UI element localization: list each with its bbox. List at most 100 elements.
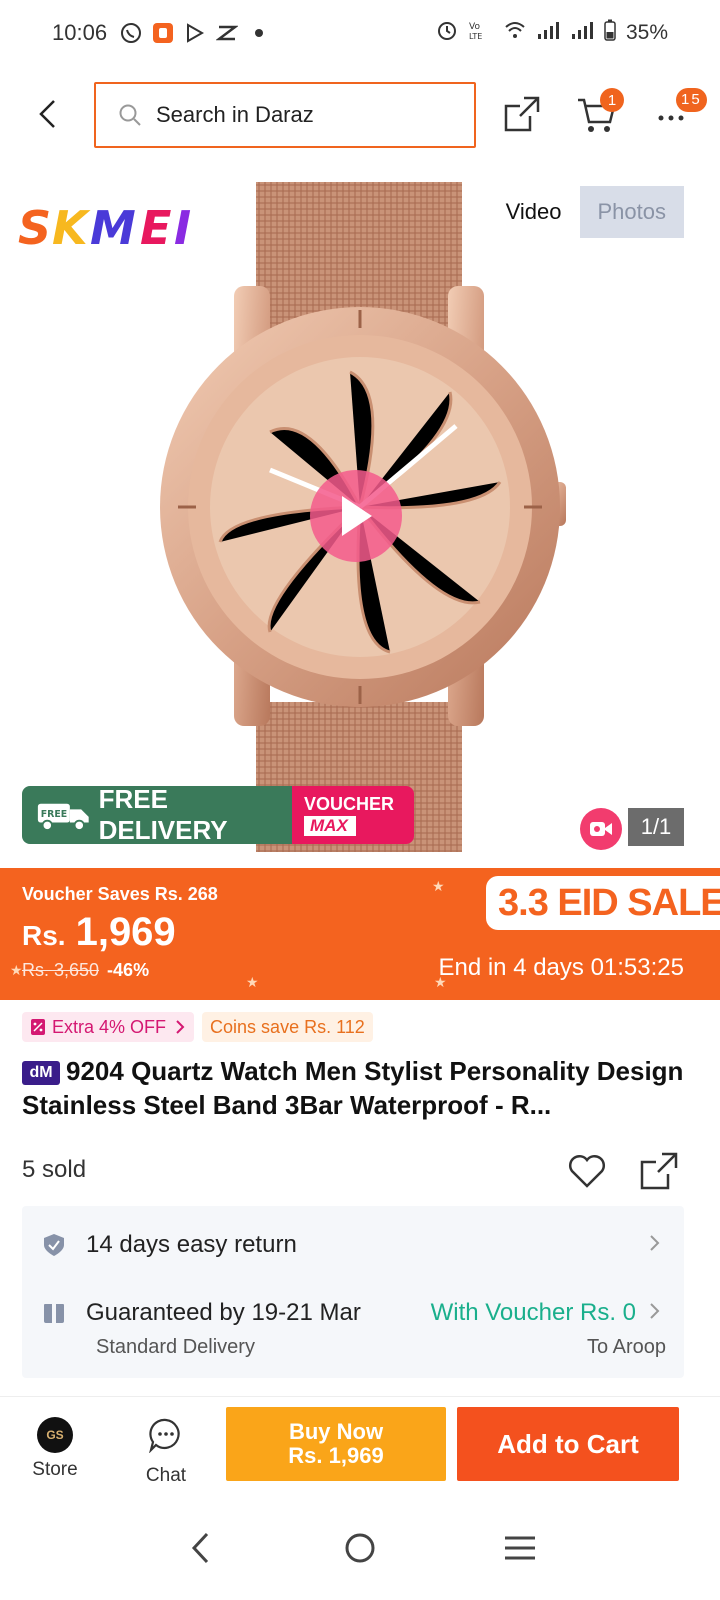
eid-sale-tag: 3.3 EID SALE — [486, 876, 720, 930]
header: Search in Daraz 1 15 — [0, 76, 720, 152]
chevron-right-icon — [176, 1020, 185, 1034]
notification-icons — [119, 21, 271, 45]
wishlist-button[interactable] — [566, 1150, 608, 1192]
system-nav-bar — [0, 1496, 720, 1600]
nav-home-button[interactable] — [338, 1526, 382, 1570]
promo-tags: Extra 4% OFF Coins save Rs. 112 — [22, 1012, 373, 1042]
more-button[interactable]: 15 — [656, 88, 707, 132]
service-info-panel: 14 days easy return Guaranteed by 19-21 … — [22, 1206, 684, 1378]
chevron-right-icon — [648, 1300, 660, 1326]
price-banner: ★ ★ ★ ★ Voucher Saves Rs. 268 Rs. 1,969 … — [0, 868, 720, 1000]
discount-percent: -46% — [107, 960, 150, 980]
free-delivery-badge: FREE FREE DELIVERY — [22, 784, 292, 845]
chat-icon — [148, 1418, 180, 1454]
play-video-button[interactable] — [310, 470, 402, 562]
image-counter: 1/1 — [628, 808, 684, 846]
sparkle-decoration: ★ — [246, 974, 259, 990]
app-notification-icon — [151, 21, 175, 45]
delivery-destination: To Aroop — [587, 1336, 666, 1358]
product-title: dM 9204 Quartz Watch Men Stylist Personal… — [22, 1054, 692, 1122]
heart-icon — [569, 1155, 605, 1188]
sold-count: 5 sold — [22, 1156, 87, 1183]
video-chip-button[interactable] — [580, 808, 622, 850]
sparkle-decoration: ★ — [10, 962, 23, 978]
free-small-label: FREE — [41, 809, 67, 820]
voucher-max-label: MAX — [304, 816, 356, 836]
share-icon — [504, 96, 540, 132]
back-button[interactable] — [30, 96, 66, 132]
store-label: Store — [32, 1459, 78, 1480]
svg-text:K: K — [52, 202, 91, 250]
alarm-icon — [436, 19, 458, 47]
package-icon — [44, 1304, 64, 1323]
store-avatar: GS — [37, 1417, 73, 1453]
free-delivery-label: FREE DELIVERY — [98, 784, 228, 845]
search-input[interactable]: Search in Daraz — [94, 82, 476, 148]
svg-text:S: S — [18, 202, 49, 250]
voucher-label: VOUCHER — [304, 794, 395, 814]
status-time: 10:06 — [52, 20, 108, 45]
delivery-guarantee: Guaranteed by 19-21 Mar — [86, 1299, 361, 1326]
price-currency: Rs. — [22, 920, 66, 951]
svg-text:M: M — [90, 202, 135, 250]
capcut-icon — [215, 21, 239, 45]
status-bar: 10:06 Vo LTE 35% — [0, 0, 720, 66]
volte-icon: Vo LTE — [468, 19, 494, 47]
search-placeholder: Search in Daraz — [156, 102, 314, 127]
buy-now-button[interactable]: Buy Now Rs. 1,969 — [226, 1407, 446, 1481]
original-price-row: Rs. 3,650 -46% — [22, 960, 149, 981]
signal-icon — [536, 20, 560, 46]
product-gallery[interactable]: S K M E I Video Photos FREE FREE DELIVER… — [0, 168, 720, 870]
cart-badge: 1 — [600, 88, 624, 112]
tab-photos[interactable]: Photos — [579, 186, 684, 238]
share-icon — [640, 1152, 678, 1190]
nav-back-icon — [191, 1532, 209, 1564]
return-policy-row[interactable]: 14 days easy return — [22, 1230, 684, 1260]
nav-menu-icon — [505, 1536, 535, 1560]
chevron-right-icon — [648, 1232, 660, 1258]
voucher-max-badge: VOUCHER MAX — [292, 786, 414, 844]
battery-icon — [604, 19, 616, 47]
extra-off-tag[interactable]: Extra 4% OFF — [22, 1012, 195, 1042]
promo-banner: FREE FREE DELIVERY VOUCHER MAX — [22, 784, 414, 845]
battery-percent: 35% — [625, 21, 668, 44]
extra-off-label: Extra 4% OFF — [52, 1016, 167, 1037]
current-price: Rs. 1,969 — [22, 910, 176, 955]
dot-icon — [247, 21, 271, 45]
nav-back-button[interactable] — [178, 1526, 222, 1570]
svg-text:Vo: Vo — [469, 22, 480, 32]
video-camera-icon — [590, 822, 612, 836]
chat-label: Chat — [145, 1465, 187, 1486]
nav-menu-button[interactable] — [498, 1526, 542, 1570]
store-button[interactable]: GS Store — [20, 1417, 90, 1481]
buy-now-label: Buy Now — [288, 1419, 384, 1444]
coupon-icon — [31, 1019, 45, 1035]
shield-check-icon — [44, 1234, 64, 1256]
price-amount: 1,969 — [75, 910, 176, 954]
cart-button[interactable]: 1 — [576, 88, 624, 136]
original-price: Rs. 3,650 — [22, 960, 100, 980]
add-to-cart-button[interactable]: Add to Cart — [457, 1407, 679, 1481]
wifi-icon — [504, 20, 526, 46]
sparkle-decoration: ★ — [432, 878, 445, 894]
coins-save-tag[interactable]: Coins save Rs. 112 — [202, 1012, 373, 1042]
truck-icon: FREE — [37, 803, 89, 831]
buy-now-price: Rs. 1,969 — [288, 1443, 384, 1468]
dm-logo: dM — [22, 1061, 60, 1086]
nav-home-icon — [345, 1533, 375, 1563]
product-title-text: 9204 Quartz Watch Men Stylist Personalit… — [22, 1056, 684, 1120]
delivery-type: Standard Delivery — [96, 1336, 255, 1358]
delivery-row[interactable]: Guaranteed by 19-21 Mar With Voucher Rs.… — [22, 1298, 684, 1328]
share-product-button[interactable] — [638, 1150, 680, 1192]
whatsapp-icon — [119, 21, 143, 45]
search-icon — [119, 104, 141, 126]
share-button[interactable] — [502, 94, 542, 134]
chat-button[interactable]: Chat — [131, 1417, 201, 1487]
delivery-voucher: With Voucher Rs. 0 — [430, 1299, 636, 1326]
sale-countdown: End in 4 days 01:53:25 — [438, 954, 684, 981]
voucher-saves: Voucher Saves Rs. 268 — [22, 884, 218, 904]
play-icon — [342, 496, 372, 536]
signal-icon-2 — [570, 20, 594, 46]
return-policy-text: 14 days easy return — [86, 1231, 297, 1258]
system-icons: Vo LTE 35% — [436, 19, 668, 47]
